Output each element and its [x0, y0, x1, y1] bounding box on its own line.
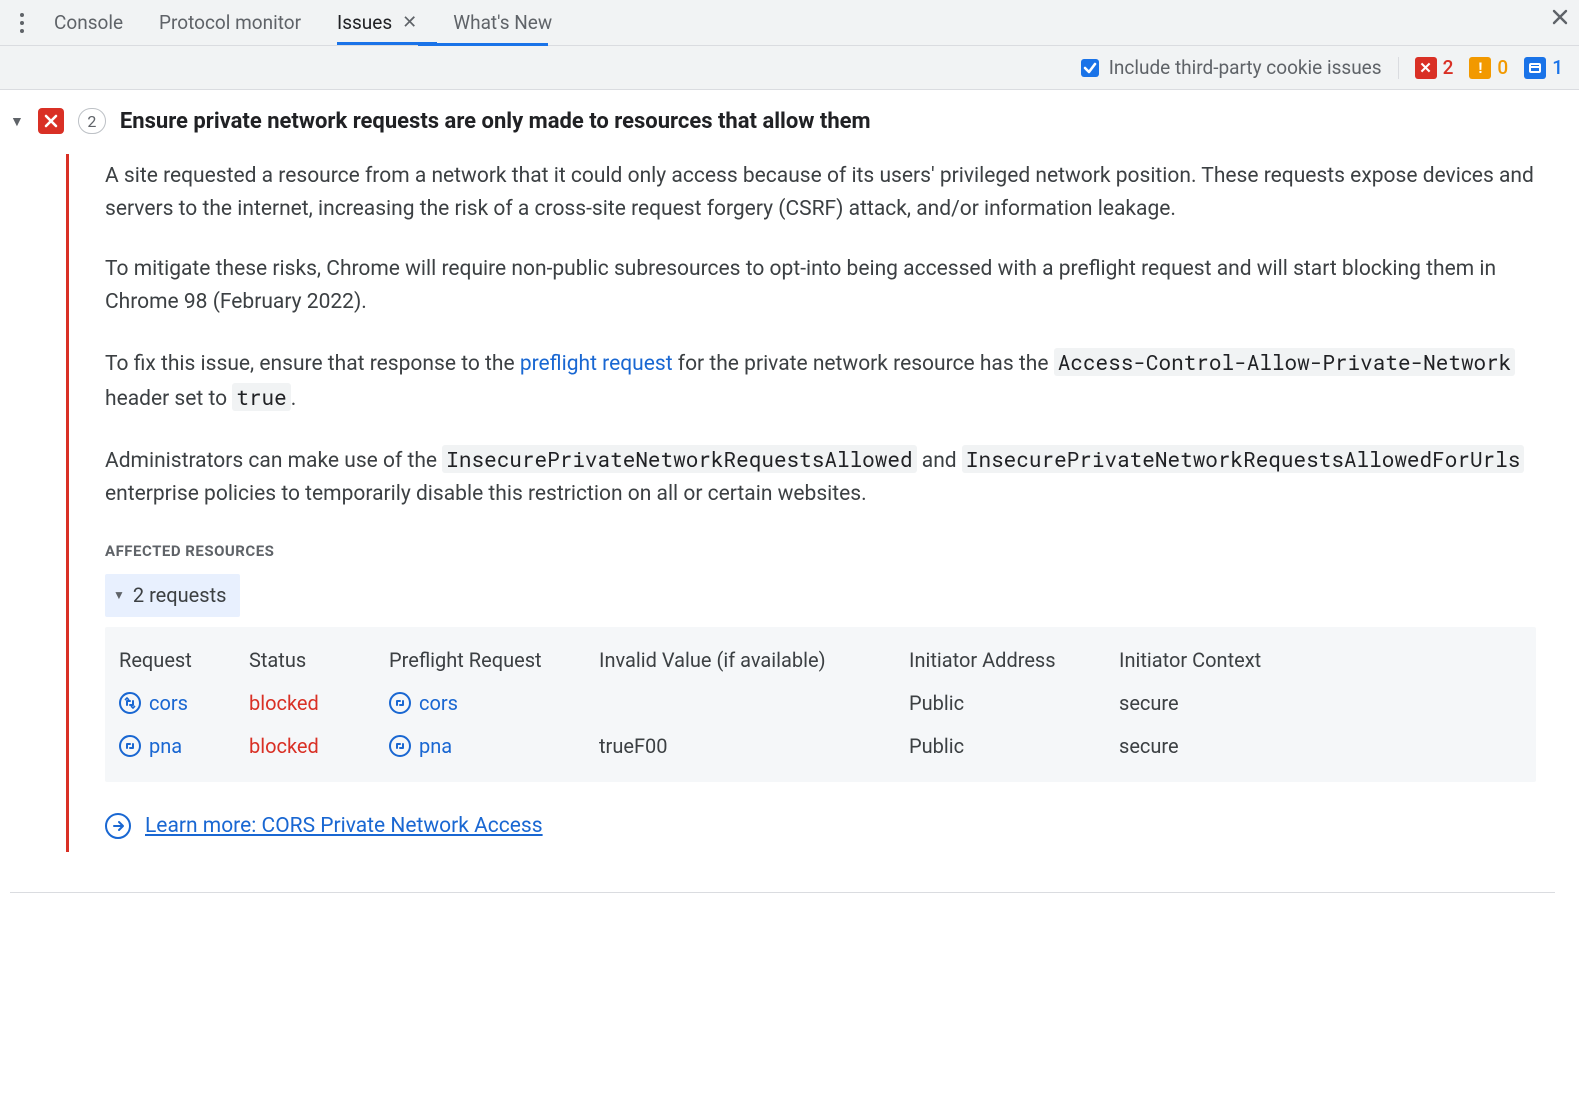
divider [10, 892, 1555, 893]
issue-count-chip: 2 [78, 108, 106, 134]
status-cell: blocked [249, 731, 379, 762]
request-link[interactable]: pna [119, 731, 239, 762]
affected-requests-table: Request Status Preflight Request Invalid… [105, 627, 1536, 782]
count-value: 0 [1497, 56, 1508, 79]
issue-paragraph: To mitigate these risks, Chrome will req… [105, 253, 1536, 318]
col-initiator-address: Initiator Address [909, 645, 1109, 676]
info-count[interactable]: 1 [1524, 56, 1563, 79]
code-token: InsecurePrivateNetworkRequestsAllowedFor… [962, 445, 1525, 473]
error-count[interactable]: ✕ 2 [1415, 56, 1454, 79]
count-value: 2 [1443, 56, 1454, 79]
code-token: Access-Control-Allow-Private-Network [1054, 348, 1516, 376]
error-badge-icon [38, 108, 64, 134]
preflight-link[interactable]: pna [389, 731, 589, 762]
error-icon: ✕ [1415, 57, 1437, 79]
tab-label: Console [54, 11, 123, 34]
initiator-context-cell: secure [1119, 688, 1319, 719]
active-tab-underline [418, 43, 548, 46]
tab-protocol-monitor[interactable]: Protocol monitor [141, 1, 319, 44]
tab-label: What's New [453, 11, 552, 34]
request-link[interactable]: cors [119, 688, 239, 719]
divider [1398, 57, 1399, 79]
requests-toggle[interactable]: ▼ 2 requests [105, 574, 240, 617]
initiator-context-cell: secure [1119, 731, 1319, 762]
third-party-cookie-checkbox[interactable]: Include third-party cookie issues [1081, 56, 1382, 79]
col-request: Request [119, 645, 239, 676]
arrow-right-circle-icon [105, 813, 131, 839]
learn-more-row: Learn more: CORS Private Network Access [105, 810, 1536, 843]
count-value: 1 [1552, 56, 1563, 79]
close-icon[interactable]: ✕ [402, 12, 417, 33]
tab-whats-new[interactable]: What's New [435, 1, 570, 44]
tab-issues[interactable]: Issues ✕ [319, 1, 435, 44]
network-request-icon [119, 735, 141, 757]
request-name: cors [149, 688, 188, 719]
invalid-value-cell: trueF00 [599, 731, 899, 762]
tab-console[interactable]: Console [36, 1, 141, 44]
checkbox-icon [1081, 59, 1099, 77]
initiator-address-cell: Public [909, 731, 1109, 762]
close-drawer-button[interactable] [1551, 8, 1569, 26]
table-header-row: Request Status Preflight Request Invalid… [115, 639, 1526, 682]
issue-header-row[interactable]: ▼ 2 Ensure private network requests are … [10, 108, 1555, 134]
text: enterprise policies to temporarily disab… [105, 482, 867, 506]
expand-toggle-icon[interactable]: ▼ [10, 113, 24, 130]
issue-paragraph: Administrators can make use of the Insec… [105, 443, 1536, 510]
text: To fix this issue, ensure that response … [105, 352, 520, 376]
col-preflight: Preflight Request [389, 645, 589, 676]
warning-count[interactable]: ! 0 [1469, 56, 1508, 79]
affected-resources-label: AFFECTED RESOURCES [105, 540, 1536, 563]
text: for the private network resource has the [673, 352, 1054, 376]
tab-label: Protocol monitor [159, 11, 301, 34]
col-invalid: Invalid Value (if available) [599, 645, 899, 676]
learn-more-link[interactable]: Learn more: CORS Private Network Access [145, 810, 543, 843]
table-row: pna blocked pna trueF00 Public secure [115, 725, 1526, 768]
preflight-name: pna [419, 731, 452, 762]
table-row: cors blocked cors Public secure [115, 682, 1526, 725]
issues-toolbar: Include third-party cookie issues ✕ 2 ! … [0, 46, 1579, 90]
more-tabs-button[interactable] [8, 12, 36, 34]
code-token: true [232, 383, 290, 411]
request-name: pna [149, 731, 182, 762]
network-request-icon [389, 735, 411, 757]
preflight-name: cors [419, 688, 458, 719]
checkbox-label: Include third-party cookie issues [1109, 56, 1382, 79]
info-icon [1524, 57, 1546, 79]
text: and [917, 449, 962, 473]
chevron-down-icon: ▼ [113, 586, 125, 605]
preflight-request-link[interactable]: preflight request [520, 352, 673, 376]
issue-title: Ensure private network requests are only… [120, 109, 871, 134]
network-request-icon [389, 692, 411, 714]
initiator-address-cell: Public [909, 688, 1109, 719]
tab-label: Issues [337, 11, 392, 34]
col-status: Status [249, 645, 379, 676]
col-initiator-context: Initiator Context [1119, 645, 1319, 676]
issue-paragraph: A site requested a resource from a netwo… [105, 160, 1536, 225]
network-request-icon [119, 692, 141, 714]
issue-body: A site requested a resource from a netwo… [66, 154, 1536, 852]
text: header set to [105, 387, 232, 411]
issues-content: ▼ 2 Ensure private network requests are … [0, 90, 1579, 1098]
devtools-drawer-tabstrip: Console Protocol monitor Issues ✕ What's… [0, 0, 1579, 46]
toggle-label: 2 requests [133, 580, 227, 611]
issue-paragraph: To fix this issue, ensure that response … [105, 346, 1536, 415]
status-cell: blocked [249, 688, 379, 719]
preflight-link[interactable]: cors [389, 688, 589, 719]
code-token: InsecurePrivateNetworkRequestsAllowed [442, 445, 916, 473]
text: Administrators can make use of the [105, 449, 442, 473]
text: . [291, 387, 297, 411]
warning-icon: ! [1469, 57, 1491, 79]
